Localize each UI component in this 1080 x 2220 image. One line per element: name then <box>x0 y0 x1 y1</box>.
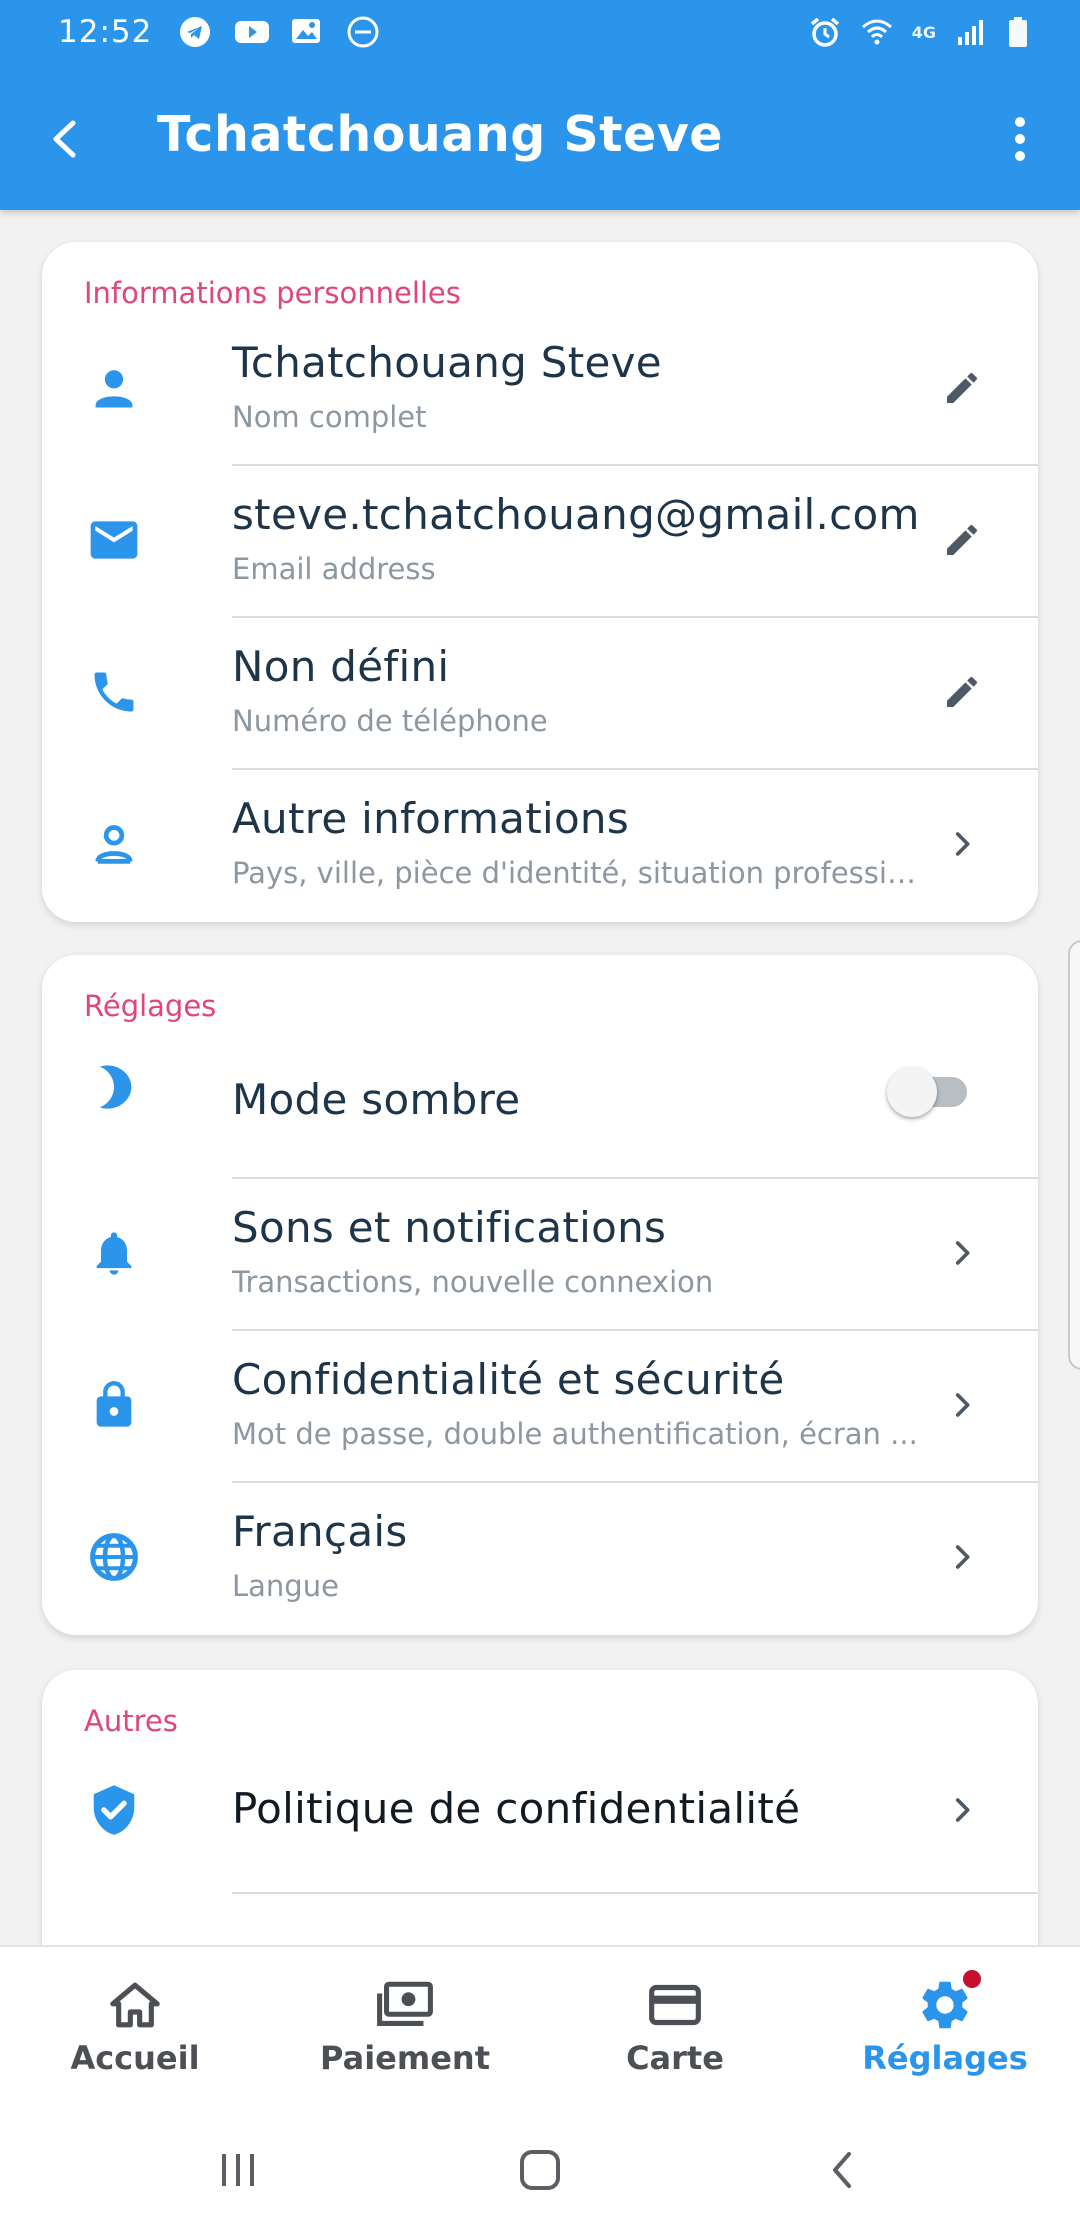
telegram-icon <box>178 15 212 49</box>
phone-icon <box>84 662 144 722</box>
row-email[interactable]: steve.tchatchouang@gmail.com Email addre… <box>42 466 1038 618</box>
home-icon <box>105 1975 165 2035</box>
battery-icon <box>1006 15 1040 49</box>
gallery-icon <box>290 15 324 49</box>
alarm-icon <box>808 15 842 49</box>
youtube-icon <box>234 15 270 49</box>
row-other-info[interactable]: Autre informations Pays, ville, pièce d'… <box>42 770 1038 922</box>
row-privacy-security[interactable]: Confidentialité et sécurité Mot de passe… <box>42 1331 1038 1483</box>
globe-icon <box>84 1527 144 1587</box>
chevron-right-icon <box>932 814 992 874</box>
title-row: Tchatchouang Steve <box>0 90 1080 186</box>
email-label: Email address <box>232 552 436 586</box>
nav-item-reglages[interactable]: Réglages <box>810 1947 1080 2117</box>
phone-label: Numéro de téléphone <box>232 704 548 738</box>
edit-icon[interactable] <box>932 510 992 570</box>
bottom-navigation: Accueil Paiement Carte Réglages <box>0 1945 1080 2115</box>
person-icon <box>84 358 144 418</box>
back-arrow-icon <box>53 120 76 158</box>
sounds-title: Sons et notifications <box>232 1203 667 1252</box>
privacy-security-title: Confidentialité et sécurité <box>232 1355 785 1404</box>
recent-apps-icon <box>222 2154 254 2186</box>
status-bar: 12:52 4G <box>0 0 1080 64</box>
privacy-security-subtitle: Mot de passe, double authentification, é… <box>232 1417 918 1451</box>
home-square-icon <box>520 2150 560 2190</box>
nav-item-accueil[interactable]: Accueil <box>0 1947 270 2117</box>
edge-panel-handle[interactable] <box>1068 940 1080 1370</box>
back-chevron-icon <box>833 2152 851 2188</box>
nav-label: Accueil <box>70 2039 200 2077</box>
signal-icon <box>954 15 988 49</box>
payment-icon <box>375 1975 435 2035</box>
edit-icon[interactable] <box>932 358 992 418</box>
lock-icon <box>84 1375 144 1435</box>
network-type: 4G <box>911 22 936 42</box>
chevron-right-icon <box>932 1375 992 1435</box>
edit-icon[interactable] <box>932 662 992 722</box>
divider <box>232 1892 1038 1894</box>
personal-info-card: Informations personnelles Tchatchouang S… <box>42 242 1038 922</box>
app-bar: 12:52 4G Tchatchouang Steve <box>0 0 1080 210</box>
nav-label: Carte <box>626 2039 724 2077</box>
privacy-policy-title: Politique de confidentialité <box>232 1784 801 1833</box>
chevron-right-icon <box>932 1223 992 1283</box>
sounds-subtitle: Transactions, nouvelle connexion <box>232 1265 714 1299</box>
nav-label: Paiement <box>320 2039 490 2077</box>
toggle-knob <box>887 1067 937 1117</box>
language-value: Français <box>232 1507 408 1556</box>
nav-item-carte[interactable]: Carte <box>540 1947 810 2117</box>
more-vert-icon <box>1015 117 1025 161</box>
row-sounds-notifications[interactable]: Sons et notifications Transactions, nouv… <box>42 1179 1038 1331</box>
do-not-disturb-icon <box>346 15 380 49</box>
settings-card: Réglages Mode sombre Sons et notificatio… <box>42 955 1038 1635</box>
bell-icon <box>84 1223 144 1283</box>
email-icon <box>84 510 144 570</box>
person-outline-icon <box>84 814 144 874</box>
section-title-others: Autres <box>84 1704 178 1738</box>
card-icon <box>645 1975 705 2035</box>
email-value: steve.tchatchouang@gmail.com <box>232 490 920 539</box>
full-name-value: Tchatchouang Steve <box>232 338 662 387</box>
phone-value: Non défini <box>232 642 450 691</box>
notification-badge <box>960 1967 984 1991</box>
recent-apps-button[interactable] <box>203 2135 273 2205</box>
row-dark-mode[interactable]: Mode sombre <box>42 1027 1038 1179</box>
language-label: Langue <box>232 1569 339 1603</box>
status-time: 12:52 <box>58 14 153 50</box>
section-title-personal: Informations personnelles <box>84 276 461 310</box>
system-navigation-bar <box>0 2115 1080 2220</box>
chevron-right-icon <box>932 1527 992 1587</box>
page-title: Tchatchouang Steve <box>157 106 724 163</box>
dark-mode-label: Mode sombre <box>232 1075 521 1124</box>
row-privacy-policy[interactable]: Politique de confidentialité <box>42 1742 1038 1894</box>
more-options-button[interactable] <box>990 104 1050 174</box>
nav-item-paiement[interactable]: Paiement <box>270 1947 540 2117</box>
row-full-name[interactable]: Tchatchouang Steve Nom complet <box>42 314 1038 466</box>
moon-icon <box>84 1057 144 1117</box>
other-info-title: Autre informations <box>232 794 630 843</box>
chevron-right-icon <box>932 1780 992 1840</box>
full-name-label: Nom complet <box>232 400 427 434</box>
row-phone[interactable]: Non défini Numéro de téléphone <box>42 618 1038 770</box>
dark-mode-toggle[interactable] <box>887 1061 979 1121</box>
nav-label: Réglages <box>862 2039 1028 2077</box>
back-button[interactable] <box>30 104 100 174</box>
back-system-button[interactable] <box>808 2135 878 2205</box>
row-language[interactable]: Français Langue <box>42 1483 1038 1635</box>
other-info-subtitle: Pays, ville, pièce d'identité, situation… <box>232 856 922 890</box>
home-system-button[interactable] <box>505 2135 575 2205</box>
section-title-settings: Réglages <box>84 989 217 1023</box>
shield-check-icon <box>84 1780 144 1840</box>
wifi-icon <box>860 15 894 49</box>
